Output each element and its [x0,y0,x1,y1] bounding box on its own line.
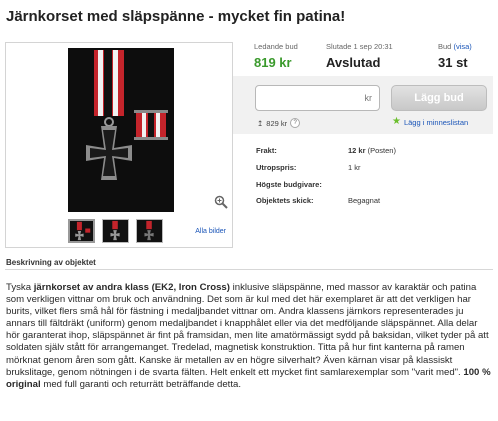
description-heading: Beskrivning av objektet [6,258,96,267]
condition-label: Objektets skick: [256,196,314,205]
zoom-icon[interactable] [214,195,228,209]
watchlist-label: Lägg i minneslistan [403,117,469,127]
bid-count-value: 31 st [438,55,468,70]
show-bids-link[interactable]: (visa) [453,42,471,51]
bid-count-stat: Bud (visa) 31 st [438,42,472,70]
end-time-label: Slutade 1 sep 20:31 [326,42,393,51]
end-date: 1 sep 20:31 [353,42,393,51]
leading-bid-label: Ledande bud [254,42,298,51]
auction-status: Avslutad [326,55,381,70]
highest-bidder-label: Högste budgivare: [256,180,322,189]
all-images-link[interactable]: Alla bilder [195,228,226,235]
condition-value: Begagnat [348,196,381,205]
leading-bid-stat: Ledande bud 819 kr [254,42,298,70]
star-icon: ★ [392,116,401,127]
thumbnail-1[interactable] [68,219,95,243]
place-bid-button[interactable]: Lägg bud [391,85,487,111]
minimum-bid-hint: ↥ 829 kr ? [257,118,301,128]
starting-price-value: 1 kr [348,163,361,172]
image-gallery: Alla bilder [5,42,233,248]
bids-label: Bud [438,42,452,51]
minimum-bid-value: 829 kr [266,118,288,128]
main-item-photo[interactable] [68,48,174,212]
thumbnail-2[interactable] [102,219,129,243]
starting-price-label: Utropspris: [256,163,297,172]
end-time-stat: Slutade 1 sep 20:31 Avslutad [326,42,393,70]
leading-bid-value: 819 kr [254,55,292,70]
thumbnail-3[interactable] [136,219,163,243]
bid-count-label: Bud (visa) [438,42,472,51]
bid-panel: kr Lägg bud ↥ 829 kr ? ★ Lägg i minnesli… [233,76,493,134]
page-title: Järnkorset med släpspänne - mycket fin p… [6,8,346,25]
arrow-up-icon: ↥ [257,118,264,128]
ended-label: Slutade [326,42,352,51]
divider [5,269,493,270]
help-icon[interactable]: ? [290,118,301,128]
item-description: Tyska järnkorset av andra klass (EK2, Ir… [6,282,491,390]
bid-amount-input[interactable]: kr [255,85,380,111]
item-name-bold: järnkorset av andra klass (EK2, Iron Cro… [33,282,230,293]
shipping-label: Frakt: [256,146,277,155]
add-to-watchlist-link[interactable]: ★ Lägg i minneslistan [392,117,468,127]
shipping-value: 12 kr (Posten) [348,146,396,155]
